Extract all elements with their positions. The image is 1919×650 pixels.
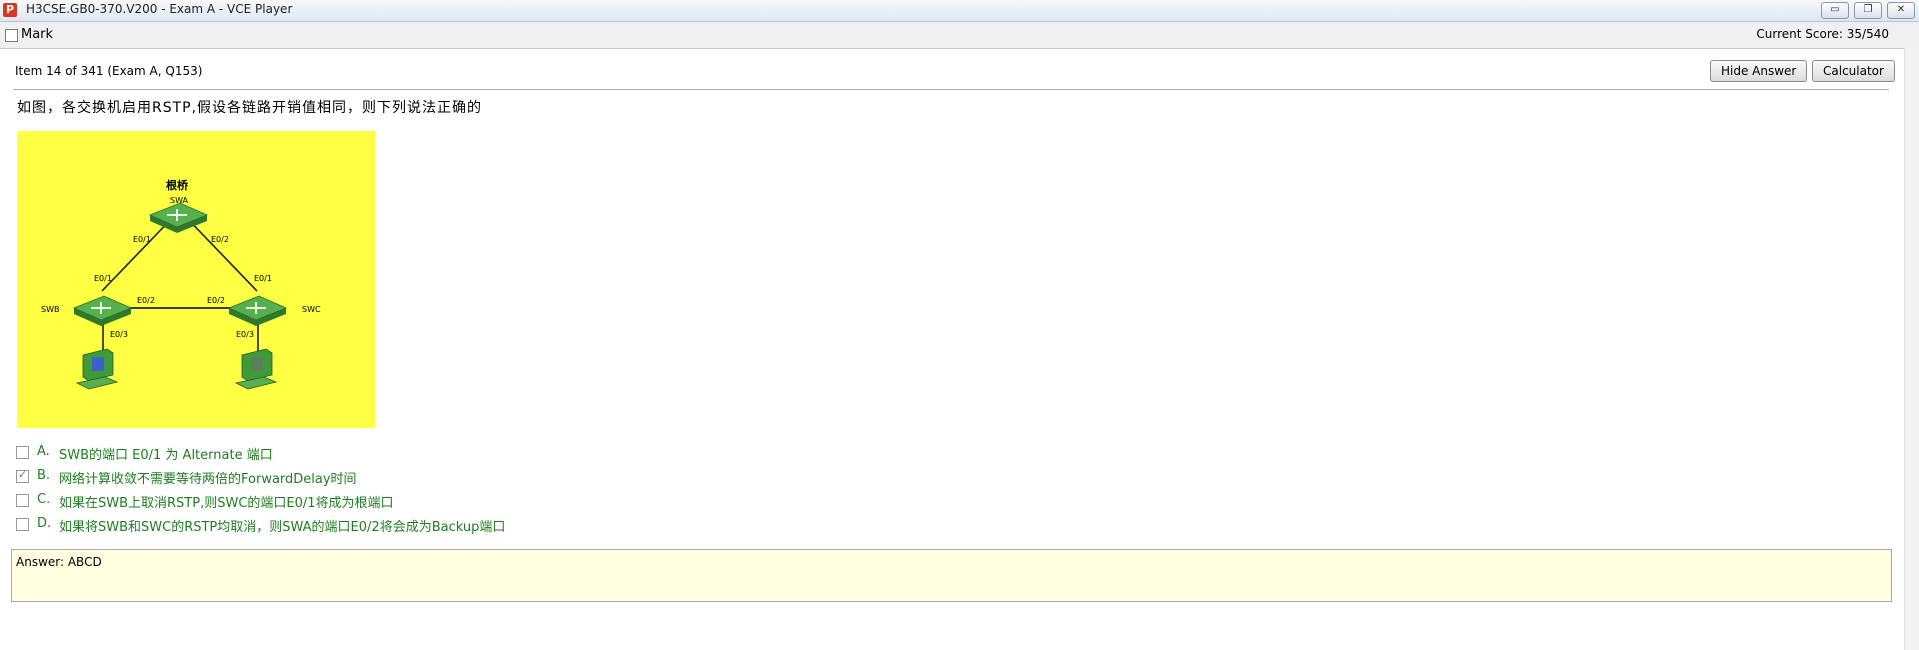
swb-label: SWB (41, 305, 59, 314)
window-title: H3CSE.GB0-370.V200 - Exam A - VCE Player (26, 2, 293, 16)
diagram-background (17, 131, 375, 428)
title-bar: P H3CSE.GB0-370.V200 - Exam A - VCE Play… (0, 0, 1919, 22)
root-bridge-label: 根桥 (166, 178, 189, 192)
toolbar: Mark Current Score: 35/540 (0, 22, 1919, 49)
option-d-text: 如果将SWB和SWC的RSTP均取消，则SWA的端口E0/2将会成为Backup… (59, 520, 506, 535)
app-icon: P (3, 3, 17, 17)
current-score: Current Score: 35/540 (1756, 27, 1889, 41)
swc-label: SWC (302, 305, 321, 314)
option-c-letter: C. (37, 492, 51, 507)
swb-e02-label: E0/2 (137, 296, 155, 305)
hide-answer-button[interactable]: Hide Answer (1710, 60, 1808, 82)
close-button[interactable]: ✕ (1887, 2, 1915, 19)
network-diagram: 根桥 SWA SWB SWC E0/1 E0/2 E0/1 E0/2 E0/3 … (17, 131, 375, 428)
swc-e01-label: E0/1 (254, 274, 272, 283)
calculator-button[interactable]: Calculator (1812, 60, 1895, 82)
swc-e03-label: E0/3 (236, 330, 254, 339)
mark-label[interactable]: Mark (21, 27, 53, 42)
swa-e01-label: E0/1 (133, 235, 151, 244)
swb-e01-label: E0/1 (94, 274, 112, 283)
option-b-text: 网络计算收敛不需要等待两倍的ForwardDelay时间 (59, 472, 357, 487)
vertical-scrollbar[interactable] (1904, 48, 1919, 650)
option-d-letter: D. (37, 516, 52, 531)
minimize-button[interactable]: ▭ (1821, 2, 1849, 19)
answer-panel: Answer: ABCD (11, 549, 1892, 602)
option-a-checkbox[interactable] (16, 446, 29, 459)
option-c-text: 如果在SWB上取消RSTP,则SWC的端口E0/1将成为根端口 (59, 496, 394, 511)
swa-e02-label: E0/2 (211, 235, 229, 244)
mark-checkbox[interactable] (5, 29, 18, 42)
option-d-checkbox[interactable] (16, 518, 29, 531)
swc-e02-label: E0/2 (207, 296, 225, 305)
divider (13, 89, 1889, 90)
option-b-letter: B. (37, 468, 51, 483)
answer-text: Answer: ABCD (16, 555, 102, 569)
swb-e03-label: E0/3 (110, 330, 128, 339)
option-a-text: SWB的端口 E0/1 为 Alternate 端口 (59, 448, 273, 463)
option-b-checkbox[interactable] (16, 468, 29, 483)
pc-swb-icon (75, 348, 119, 390)
swa-label: SWA (170, 196, 189, 205)
option-a-letter: A. (37, 444, 50, 459)
question-text: 如图，各交换机启用RSTP,假设各链路开销值相同，则下列说法正确的 (17, 100, 483, 116)
restore-button[interactable]: ❐ (1854, 2, 1882, 19)
item-info: Item 14 of 341 (Exam A, Q153) (15, 64, 203, 78)
pc-swc-icon (234, 348, 278, 390)
option-c-checkbox[interactable] (16, 494, 29, 507)
